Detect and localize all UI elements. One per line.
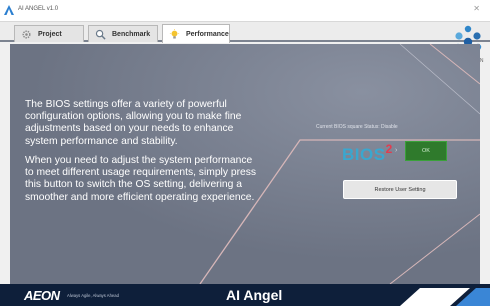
tab-label: Performance (186, 30, 229, 38)
bios-status-text: Current BIOS square Status: Disable (316, 124, 398, 130)
tab-label: Project (38, 30, 62, 38)
footer-bar: AEON Always Agile, Always Ahead AI Angel (0, 284, 490, 306)
window-title: AI ANGEL v1.0 (18, 6, 59, 12)
bios-logo-text: BIOS (342, 145, 386, 164)
product-name: AI Angel (226, 287, 283, 303)
brand-tagline: Always Agile, Always Ahead (67, 293, 119, 298)
chevron-right-icon: › (395, 147, 398, 154)
performance-panel: The BIOS settings offer a variety of pow… (10, 44, 480, 284)
restore-user-setting-button[interactable]: Restore User Setting (343, 180, 457, 199)
magnifier-icon (95, 29, 106, 40)
lightbulb-icon (169, 28, 180, 39)
tab-performance[interactable]: Performance (162, 24, 230, 43)
tab-benchmark[interactable]: Benchmark (88, 25, 158, 42)
brand-logo: AEON (24, 288, 60, 303)
tab-bar: Project Benchmark Performance (0, 22, 490, 43)
switch-description-paragraph: When you need to adjust the system perfo… (25, 155, 257, 203)
close-icon[interactable]: ✕ (473, 4, 480, 13)
ok-button[interactable]: OK (405, 141, 447, 161)
title-bar: AI ANGEL v1.0 ✕ (0, 0, 490, 22)
tab-label: Benchmark (112, 30, 151, 38)
tab-project[interactable]: Project (14, 25, 84, 42)
gear-icon (22, 29, 31, 39)
bios-description-paragraph: The BIOS settings offer a variety of pow… (25, 99, 242, 147)
bios-logo-superscript: 2 (385, 142, 393, 156)
app-logo-icon (4, 5, 14, 15)
bios-squared-logo: BIOS2 (342, 142, 393, 165)
